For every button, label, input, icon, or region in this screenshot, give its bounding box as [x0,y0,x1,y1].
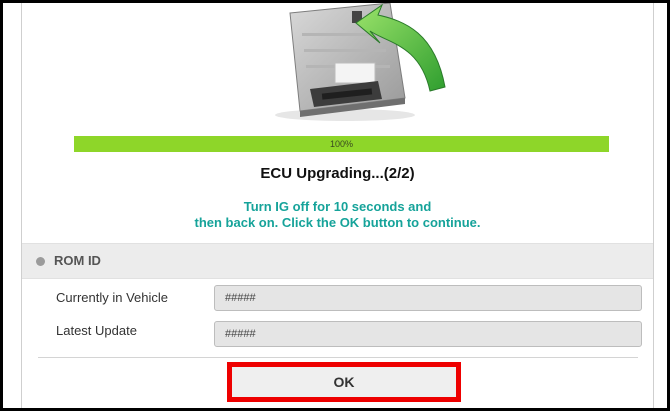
current-vehicle-label: Currently in Vehicle [56,290,168,305]
window-frame: 100% ECU Upgrading...(2/2) Turn IG off f… [0,0,670,411]
instruction-line-1: Turn IG off for 10 seconds and [243,199,432,214]
rom-id-section-header: ROM ID [22,243,653,279]
latest-update-label: Latest Update [56,323,137,338]
instruction-message: Turn IG off for 10 seconds and then back… [22,199,653,231]
upgrade-status-title: ECU Upgrading...(2/2) [260,165,415,182]
ok-button[interactable]: OK [227,362,461,402]
bullet-icon [36,257,45,266]
divider [38,357,638,358]
latest-update-rom-field: ##### [214,321,642,347]
instruction-line-2: then back on. Click the OK button to con… [194,215,481,230]
current-vehicle-rom-field: ##### [214,285,642,311]
rom-id-title: ROM ID [54,253,101,268]
ecu-upgrade-dialog: 100% ECU Upgrading...(2/2) Turn IG off f… [21,3,654,408]
progress-label: 100% [329,139,354,149]
ecu-module-icon [275,3,446,121]
upgrade-progress-bar: 100% [74,136,609,152]
